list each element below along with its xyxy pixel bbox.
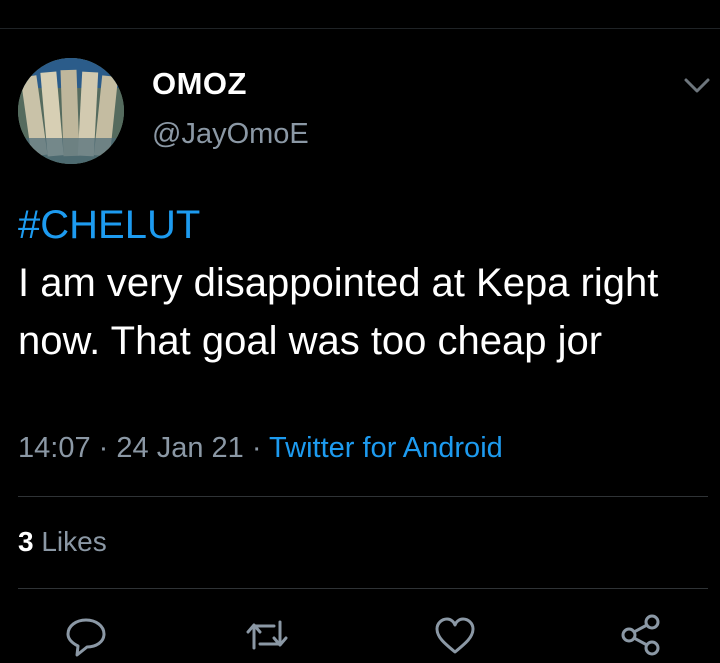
meta-separator: · — [98, 432, 109, 464]
tweet-text: #CHELUT I am very disappointed at Kepa r… — [18, 196, 698, 370]
likes-count: 3 — [18, 526, 34, 557]
hashtag-link[interactable]: #CHELUT — [18, 196, 698, 254]
tweet-meta: 14:07 · 24 Jan 21 · Twitter for Android — [18, 432, 503, 465]
divider — [18, 496, 708, 497]
user-handle[interactable]: @JayOmoE — [152, 118, 309, 151]
likes-stat[interactable]: 3 Likes — [18, 526, 107, 558]
share-icon[interactable] — [618, 612, 664, 658]
chevron-down-icon[interactable] — [680, 70, 714, 100]
tweet-time: 14:07 — [18, 432, 91, 464]
tweet-source-link[interactable]: Twitter for Android — [269, 432, 503, 464]
tweet-date: 24 Jan 21 — [116, 432, 244, 464]
display-name[interactable]: OMOZ — [152, 66, 247, 102]
retweet-icon[interactable] — [244, 612, 290, 658]
avatar[interactable] — [18, 58, 124, 164]
top-divider — [0, 28, 720, 29]
like-icon[interactable] — [432, 612, 478, 658]
tweet-body: I am very disappointed at Kepa right now… — [18, 261, 659, 363]
divider — [18, 588, 708, 589]
avatar-image — [18, 58, 124, 164]
likes-label: Likes — [41, 526, 107, 557]
reply-icon[interactable] — [63, 612, 109, 658]
meta-separator: · — [251, 432, 262, 464]
